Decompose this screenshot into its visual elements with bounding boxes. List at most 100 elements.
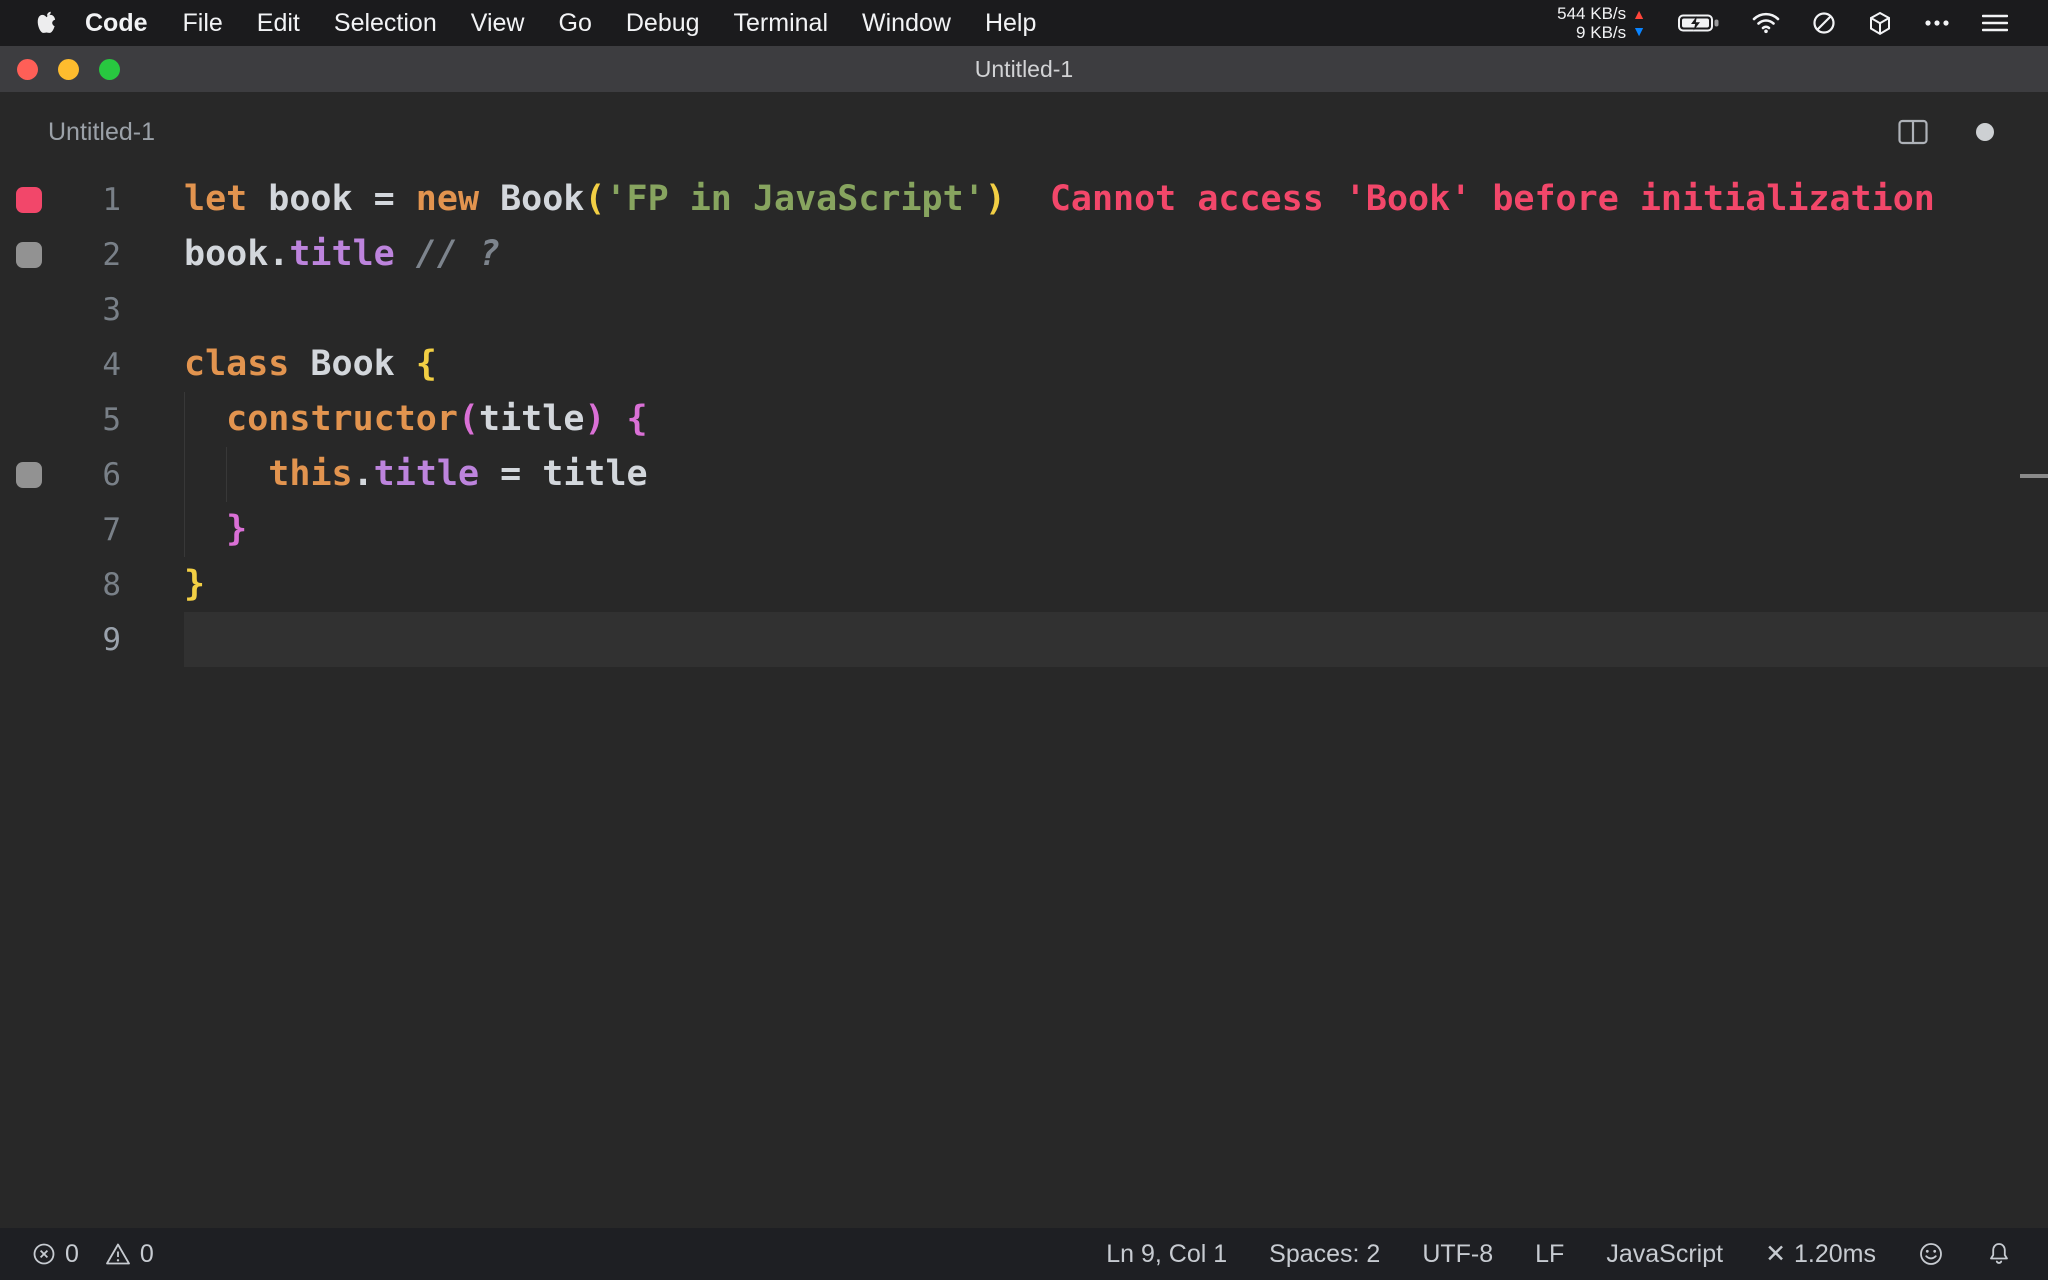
menu-item-help[interactable]: Help [968, 9, 1053, 38]
gutter-marker-error-icon[interactable] [16, 187, 42, 213]
line-number: 3 [44, 292, 121, 328]
code-token [395, 234, 416, 274]
code-content[interactable]: } [184, 502, 2048, 557]
line-number: 4 [44, 347, 121, 383]
network-speed-indicator[interactable]: 544 KB/s 9 KB/s ▲ ▼ [1557, 4, 1646, 42]
do-not-disturb-icon[interactable] [1812, 11, 1836, 35]
unsaved-changes-dot-icon[interactable] [1976, 123, 1994, 141]
cursor-position[interactable]: Ln 9, Col 1 [1106, 1240, 1227, 1269]
gutter-glyph-area[interactable] [0, 502, 44, 557]
problems-warnings[interactable]: 0 [105, 1240, 154, 1269]
minimize-window-button[interactable] [58, 59, 79, 80]
close-window-button[interactable] [17, 59, 38, 80]
gutter-glyph-area[interactable] [0, 392, 44, 447]
line-number: 7 [44, 512, 121, 548]
file-encoding[interactable]: UTF-8 [1422, 1240, 1493, 1269]
code-token: new [416, 179, 479, 219]
code-token: { [627, 399, 648, 439]
menu-item-window[interactable]: Window [845, 9, 968, 38]
timing-indicator[interactable]: ✕ 1.20ms [1765, 1239, 1876, 1269]
zoom-window-button[interactable] [99, 59, 120, 80]
code-token: ( [458, 399, 479, 439]
code-line-6[interactable]: 6 this.title = title [0, 447, 2048, 502]
language-mode[interactable]: JavaScript [1606, 1240, 1723, 1269]
notifications-bell-icon[interactable] [1986, 1241, 2012, 1267]
line-number: 6 [44, 457, 121, 493]
net-up-arrow-icon: ▲ [1632, 6, 1646, 23]
code-token: } [226, 509, 247, 549]
gutter-marker-gray-icon[interactable] [16, 462, 42, 488]
net-up-speed: 544 KB/s [1557, 4, 1626, 23]
code-token: // ? [416, 234, 500, 274]
code-token: book. [184, 234, 289, 274]
wifi-icon[interactable] [1752, 12, 1780, 34]
code-line-1[interactable]: 1let book = new Book('FP in JavaScript')… [0, 172, 2048, 227]
ellipsis-icon[interactable] [1924, 19, 1950, 27]
editor-tab-title[interactable]: Untitled-1 [0, 118, 155, 147]
menu-item-edit[interactable]: Edit [240, 9, 317, 38]
code-content[interactable]: } [184, 557, 2048, 612]
gutter-marker-gray-icon[interactable] [16, 242, 42, 268]
inline-error-annotation: Cannot access 'Book' before initializati… [1050, 179, 1935, 219]
indent-guide [184, 502, 185, 557]
gutter-glyph-area[interactable] [0, 612, 44, 667]
error-count: 0 [65, 1240, 79, 1269]
code-token: ) [584, 399, 605, 439]
code-token: class [184, 344, 289, 384]
cube-icon[interactable] [1868, 11, 1892, 36]
line-number: 5 [44, 402, 121, 438]
indent-guide [184, 447, 185, 502]
gutter-glyph-area[interactable] [0, 337, 44, 392]
status-bar: 0 0 Ln 9, Col 1 Spaces: 2 UTF-8 LF JavaS… [0, 1228, 2048, 1280]
code-line-2[interactable]: 2book.title // ? [0, 227, 2048, 282]
eol-sequence[interactable]: LF [1535, 1240, 1564, 1269]
editor-title-header: Untitled-1 [0, 92, 2048, 172]
menu-item-view[interactable]: View [454, 9, 542, 38]
battery-charging-icon[interactable] [1678, 13, 1720, 33]
code-content[interactable] [184, 612, 2048, 667]
code-content[interactable] [184, 282, 2048, 337]
gutter-glyph-area[interactable] [0, 227, 44, 282]
feedback-smiley-icon[interactable] [1918, 1241, 1944, 1267]
code-content[interactable]: let book = new Book('FP in JavaScript')C… [184, 172, 2048, 227]
code-content[interactable]: book.title // ? [184, 227, 2048, 282]
code-token: book = [247, 179, 416, 219]
code-content[interactable]: class Book { [184, 337, 2048, 392]
code-line-9[interactable]: 9 [0, 612, 2048, 667]
code-token: this [268, 454, 352, 494]
gutter-glyph-area[interactable] [0, 557, 44, 612]
code-content[interactable]: this.title = title [184, 447, 2048, 502]
code-line-8[interactable]: 8} [0, 557, 2048, 612]
timing-value: 1.20ms [1794, 1240, 1876, 1269]
code-content[interactable]: constructor(title) { [184, 392, 2048, 447]
gutter-glyph-area[interactable] [0, 282, 44, 337]
code-editor[interactable]: 1let book = new Book('FP in JavaScript')… [0, 172, 2048, 1228]
code-token: { [416, 344, 437, 384]
apple-menu-icon[interactable] [26, 11, 67, 36]
code-token: Book [289, 344, 415, 384]
code-token: title [289, 234, 394, 274]
list-icon[interactable] [1982, 13, 2008, 33]
menu-item-selection[interactable]: Selection [317, 9, 454, 38]
menu-item-file[interactable]: File [166, 9, 240, 38]
gutter-glyph-area[interactable] [0, 172, 44, 227]
menu-item-terminal[interactable]: Terminal [717, 9, 845, 38]
window-title-bar: Untitled-1 [0, 46, 2048, 92]
code-line-4[interactable]: 4 class Book { [0, 337, 2048, 392]
code-line-7[interactable]: 7 } [0, 502, 2048, 557]
net-down-speed: 9 KB/s [1576, 23, 1626, 42]
code-token: . [353, 454, 374, 494]
menu-item-debug[interactable]: Debug [609, 9, 717, 38]
menu-app-name[interactable]: Code [67, 9, 166, 38]
split-editor-icon[interactable] [1898, 119, 1928, 145]
gutter-glyph-area[interactable] [0, 447, 44, 502]
menu-bar-items: FileEditSelectionViewGoDebugTerminalWind… [166, 9, 1054, 38]
code-token: let [184, 179, 247, 219]
menu-item-go[interactable]: Go [542, 9, 609, 38]
code-token [184, 509, 226, 549]
code-line-5[interactable]: 5 constructor(title) { [0, 392, 2048, 447]
indentation-setting[interactable]: Spaces: 2 [1269, 1240, 1380, 1269]
line-number: 9 [44, 622, 121, 658]
code-line-3[interactable]: 3 [0, 282, 2048, 337]
problems-errors[interactable]: 0 [32, 1240, 79, 1269]
